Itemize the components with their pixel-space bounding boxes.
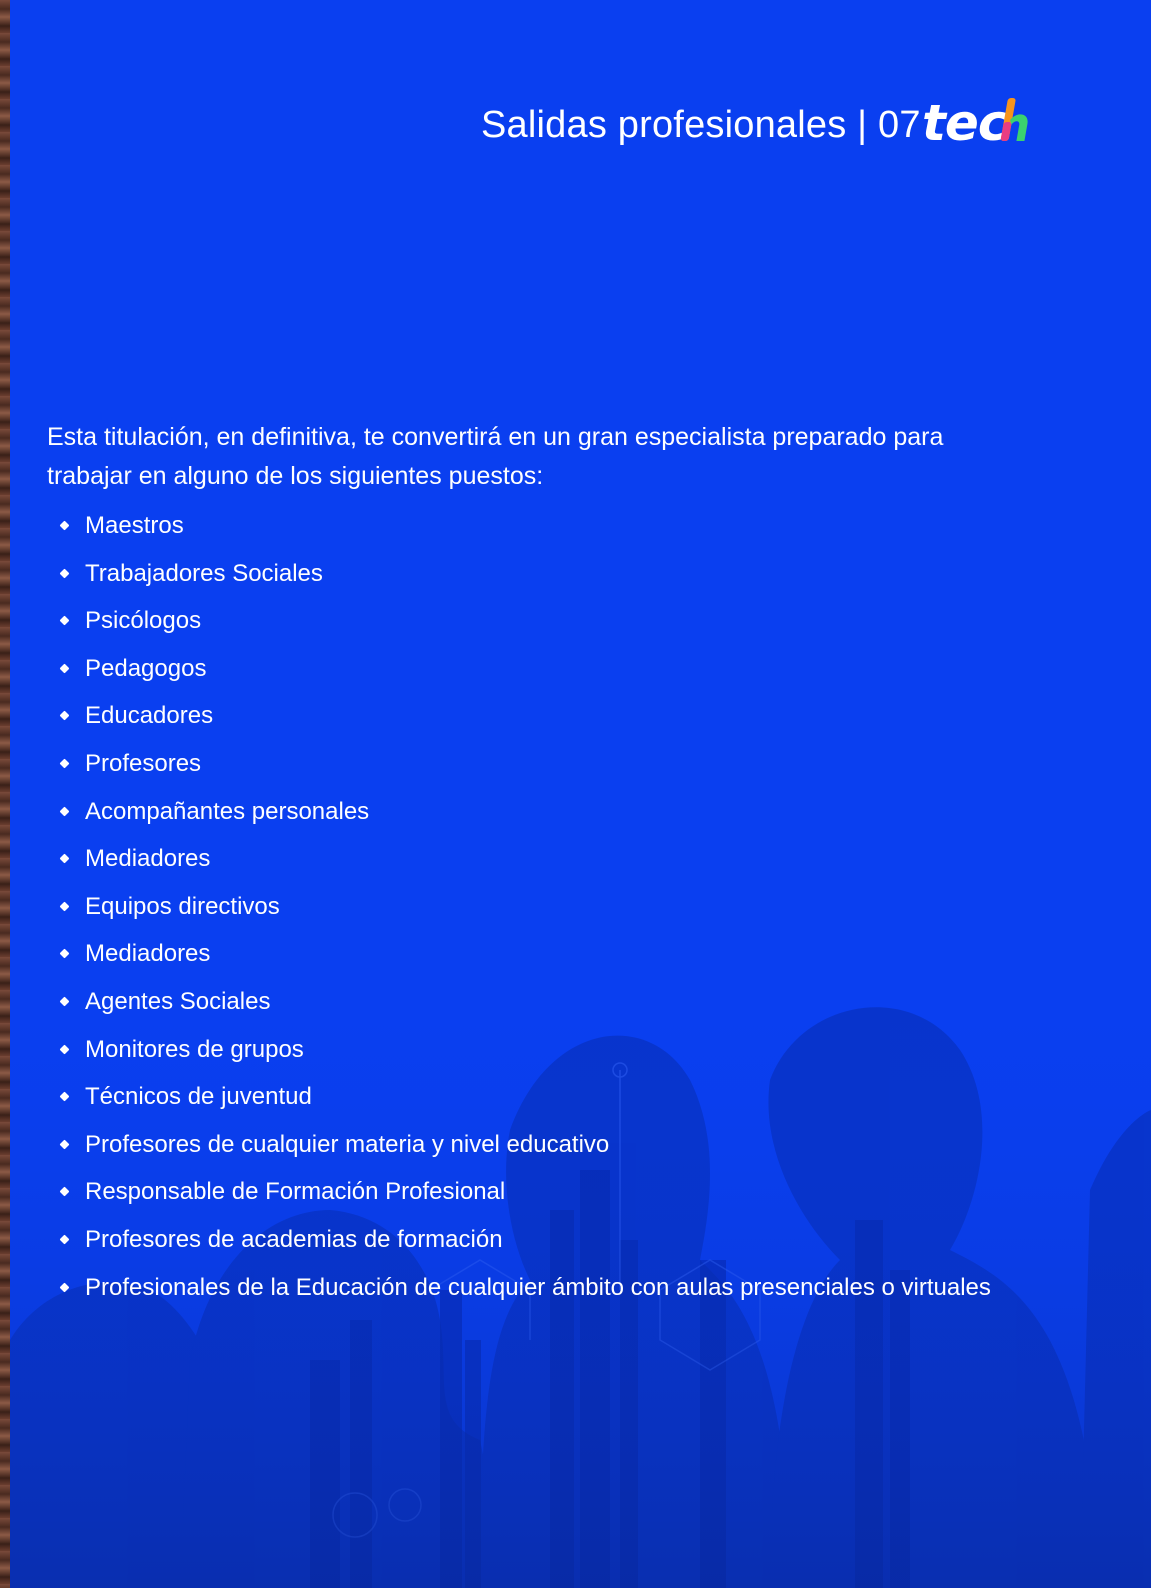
career-item: Monitores de grupos: [58, 1031, 991, 1079]
bullet-icon: [59, 615, 70, 626]
page-edge-texture: [0, 0, 10, 1588]
career-item: Trabajadores Sociales: [58, 555, 991, 603]
career-label: Responsable de Formación Profesional: [85, 1178, 506, 1206]
bullet-icon: [59, 948, 70, 959]
career-label: Trabajadores Sociales: [85, 559, 323, 587]
career-label: Profesores de cualquier materia y nivel …: [85, 1130, 610, 1158]
document-page: Salidas profesionales | 07 tec Esta titu…: [10, 0, 1151, 1588]
career-label: Maestros: [85, 512, 184, 539]
tech-logo: tec: [922, 94, 1028, 150]
bullet-icon: [59, 568, 70, 579]
bullet-icon: [59, 710, 70, 721]
career-list: Maestros Trabajadores Sociales Psicólogo…: [58, 507, 991, 1316]
career-label: Agentes Sociales: [85, 987, 271, 1015]
section-title: Salidas profesionales | 07: [481, 104, 921, 146]
career-label: Acompañantes personales: [85, 797, 370, 825]
bullet-icon: [59, 1044, 70, 1054]
career-item: Educadores: [58, 697, 991, 745]
bullet-icon: [59, 901, 70, 912]
career-item: Psicólogos: [58, 602, 991, 650]
career-label: Mediadores: [85, 845, 211, 873]
bullet-icon: [59, 1139, 70, 1150]
bullet-icon: [59, 1186, 70, 1197]
bullet-icon: [59, 853, 70, 864]
career-label: Técnicos de juventud: [85, 1083, 312, 1111]
intro-paragraph: Esta titulación, en definitiva, te conve…: [47, 423, 944, 490]
career-label: Profesores de academias de formación: [85, 1225, 503, 1253]
career-label: Pedagogos: [85, 654, 207, 682]
career-item: Mediadores: [58, 935, 991, 983]
career-label: Profesores: [85, 749, 202, 777]
career-item: Profesores de academias de formación: [58, 1221, 991, 1269]
career-item: Acompañantes personales: [58, 793, 991, 841]
career-item: Profesionales de la Educación de cualqui…: [58, 1269, 991, 1317]
bullet-icon: [59, 1234, 70, 1245]
bullet-icon: [59, 806, 70, 817]
career-label: Equipos directivos: [85, 892, 280, 920]
career-label: Mediadores: [85, 940, 211, 968]
career-item: Profesores de cualquier materia y nivel …: [58, 1126, 991, 1174]
bullet-icon: [59, 520, 70, 531]
bullet-icon: [59, 996, 70, 1007]
career-label: Monitores de grupos: [85, 1035, 304, 1063]
bullet-icon: [59, 1282, 70, 1292]
career-item: Profesores: [58, 745, 991, 793]
career-item: Responsable de Formación Profesional: [58, 1173, 991, 1221]
career-item: Pedagogos: [58, 650, 991, 698]
career-item: Maestros: [58, 507, 991, 555]
career-item: Técnicos de juventud: [58, 1078, 991, 1126]
career-item: Equipos directivos: [58, 888, 991, 936]
career-label: Profesionales de la Educación de cualqui…: [85, 1273, 991, 1301]
bullet-icon: [59, 663, 70, 674]
career-label: Educadores: [85, 702, 214, 730]
bullet-icon: [59, 758, 70, 769]
career-item: Mediadores: [58, 840, 991, 888]
svg-text:tec: tec: [922, 94, 1008, 150]
career-item: Agentes Sociales: [58, 983, 991, 1031]
career-label: Psicólogos: [85, 607, 202, 635]
bullet-icon: [59, 1091, 70, 1102]
